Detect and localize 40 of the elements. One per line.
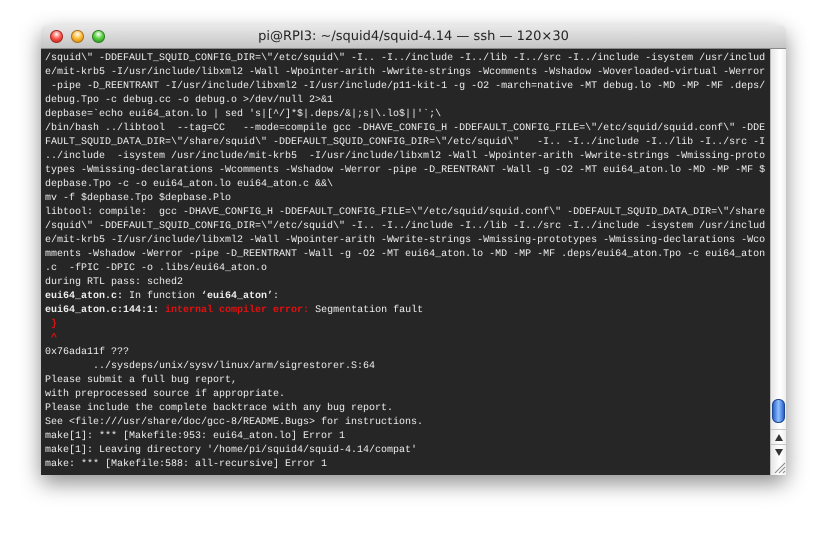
terminal-line: 0x76ada11f ??? <box>45 346 130 360</box>
terminal-line: debug.Tpo -c debug.cc -o debug.o >/dev/null 2>&1 <box>45 94 334 108</box>
terminal-line: make: *** [Makefile:588: all-recursive] Error 1 <box>45 458 328 472</box>
up-arrow-icon <box>774 434 782 440</box>
terminal-line: /squid\" -DDEFAULT_SQUID_CONFIG_DIR=\"/etc/squid\" -I.. -I../include -I../lib -I../src -I../include -isystem /usr/includ <box>45 220 766 234</box>
terminal-line: eui64_aton.c:144:1: internal compiler error: Segmentation fault <box>45 304 424 318</box>
terminal-line: ^ <box>50 332 58 346</box>
terminal-line: FAULT_SQUID_DATA_DIR=\"/share/squid\" -DDEFAULT_SQUID_CONFIG_DIR=\"/etc/squid\" -I.. -I../include -I../lib -I../src -I <box>45 136 766 150</box>
minimize-button[interactable] <box>71 30 84 43</box>
terminal-line: ../sysdeps/unix/sysv/linux/arm/sigrestorer.S:64 <box>92 360 376 374</box>
terminal-line: See <file:///usr/share/doc/gcc-8/README.Bugs> for instructions. <box>45 416 424 430</box>
resize-grip-icon[interactable] <box>772 460 786 474</box>
terminal-line: depbase.Tpo -c -o eui64_aton.lo eui64_aton.c &&\ <box>45 178 334 192</box>
terminal-line: mv -f $depbase.Tpo $depbase.Plo <box>45 192 232 206</box>
scroll-thumb[interactable] <box>772 399 785 423</box>
terminal-line: ../include -isystem /usr/include/mit-krb5 -I/usr/include/libxml2 -Wall -Wpointer-arith -Wwrite-strings -Wmissing-proto <box>45 150 766 164</box>
zoom-button[interactable] <box>92 30 105 43</box>
terminal-line: e/mit-krb5 -I/usr/include/libxml2 -Wall -Wpointer-arith -Wwrite-strings -Wcomments -Wshadow -Woverloaded-virtual -Werror <box>45 66 766 80</box>
window-title: pi@RPI3: ~/squid4/squid-4.14 — ssh — 120×30 <box>258 29 569 44</box>
terminal-line: /squid\" -DDEFAULT_SQUID_CONFIG_DIR=\"/etc/squid\" -I.. -I../include -I../lib -I../src -I../include -isystem /usr/includ <box>45 52 766 66</box>
terminal-line: depbase=`echo eui64_aton.lo | sed 's|[^/]*$|.deps/&|;s|\.lo$||'`;\ <box>45 108 442 122</box>
terminal-line: types -Wmissing-declarations -Wcomments -Wshadow -Werror -pipe -D_REENTRANT -Wall -g -O2 -MT eui64_aton.lo -MD -MP -MF $ <box>45 164 766 178</box>
terminal-line: make[1]: Leaving directory '/home/pi/squid4/squid-4.14/compat' <box>45 444 418 458</box>
terminal-line: .c -fPIC -DPIC -o .libs/eui64_aton.o <box>45 262 268 276</box>
terminal-line: libtool: compile: gcc -DHAVE_CONFIG_H -DDEFAULT_CONFIG_FILE=\"/etc/squid/squid.conf\" -DDEFAULT_SQUID_DATA_DIR=\"/share <box>45 206 766 220</box>
scroll-up-button[interactable] <box>771 429 786 444</box>
terminal-line: /bin/bash ../libtool --tag=CC --mode=compile gcc -DHAVE_CONFIG_H -DDEFAULT_CONFIG_FILE=\"/etc/squid/squid.conf\" -DDE <box>45 122 766 136</box>
terminal-line: } <box>50 318 58 332</box>
terminal-line: mments -Wshadow -Werror -pipe -D_REENTRANT -Wall -g -O2 -MT eui64_aton.lo -MD -MP -MF .deps/eui64_aton.Tpo -c eui64_aton <box>45 248 766 262</box>
down-arrow-icon <box>774 448 782 456</box>
terminal-line: e/mit-krb5 -I/usr/include/libxml2 -Wall -Wpointer-arith -Wwrite-strings -Wmissing-prototypes -Wmissing-declarations -Wco <box>45 234 766 248</box>
terminal-line: Please submit a full bug report, <box>45 374 238 388</box>
close-button[interactable] <box>50 30 63 43</box>
terminal-line: eui64_aton.c: In function ‘eui64_aton’: <box>45 290 280 304</box>
terminal-line: during RTL pass: sched2 <box>45 276 184 290</box>
terminal-line: with preprocessed source if appropriate. <box>45 388 286 402</box>
terminal-line: -pipe -D_REENTRANT -I/usr/include/libxml2 -I/usr/include/p11-kit-1 -g -O2 -march=native -MT debug.lo -MD -MP -MF .deps/ <box>50 80 766 94</box>
terminal-line: make[1]: *** [Makefile:953: eui64_aton.lo] Error 1 <box>45 430 346 444</box>
terminal-line: Please include the complete backtrace with any bug report. <box>45 402 394 416</box>
scroll-bar[interactable] <box>770 49 786 475</box>
